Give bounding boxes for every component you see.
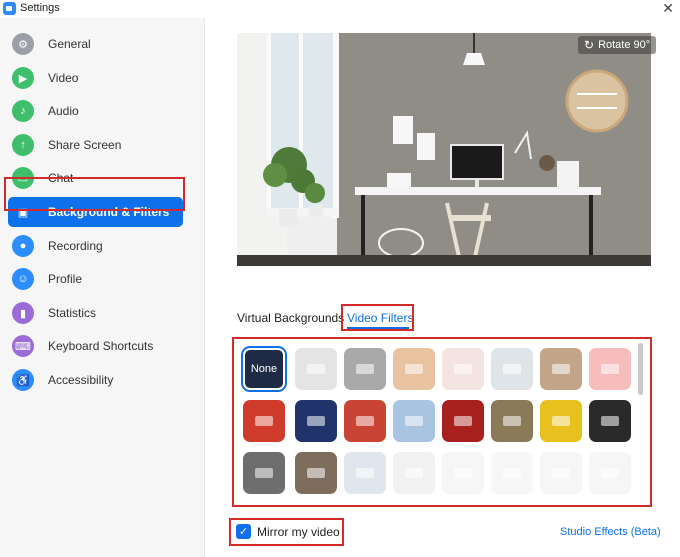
share-screen-icon: ↑: [12, 134, 34, 156]
tab-virtual-backgrounds[interactable]: Virtual Backgrounds: [237, 311, 344, 325]
sidebar-item-label: Statistics: [48, 306, 97, 320]
sidebar-item-general[interactable]: ⚙ General: [8, 29, 183, 59]
title-bar: Settings ✕: [0, 0, 680, 18]
sidebar-item-label: Video: [48, 71, 79, 85]
sidebar-item-profile[interactable]: ☺ Profile: [8, 264, 183, 294]
active-item-highlight: [4, 177, 185, 211]
rotate-icon: ↻: [584, 38, 595, 52]
window-title: Settings: [20, 2, 60, 14]
video-preview: [237, 33, 651, 266]
video-icon: ▶: [12, 67, 34, 89]
record-icon: ●: [12, 235, 34, 257]
sidebar-item-statistics[interactable]: ▮ Statistics: [8, 298, 183, 328]
sidebar-item-label: Audio: [48, 104, 79, 118]
close-icon[interactable]: ✕: [662, 0, 674, 17]
sidebar-item-recording[interactable]: ● Recording: [8, 231, 183, 261]
sidebar-item-audio[interactable]: ♪ Audio: [8, 96, 183, 126]
headphones-icon: ♪: [12, 100, 34, 122]
profile-icon: ☺: [12, 268, 34, 290]
sidebar-item-label: Keyboard Shortcuts: [48, 339, 154, 353]
statistics-icon: ▮: [12, 302, 34, 324]
sidebar-item-label: Profile: [48, 272, 83, 286]
grid-highlight-outline: [232, 337, 652, 507]
rotate-button[interactable]: ↻ Rotate 90°: [578, 36, 657, 54]
sidebar-item-label: Recording: [48, 239, 103, 253]
sidebar-item-share-screen[interactable]: ↑ Share Screen: [8, 130, 183, 160]
accessibility-icon: ♿: [12, 369, 34, 391]
sidebar-item-label: Share Screen: [48, 138, 122, 152]
rotate-label: Rotate 90°: [598, 39, 651, 51]
sidebar-item-video[interactable]: ▶ Video: [8, 63, 183, 93]
sidebar-item-label: Accessibility: [48, 373, 114, 387]
zoom-app-icon: [3, 2, 16, 15]
mirror-video-checkbox[interactable]: ✓: [236, 524, 251, 539]
sidebar-item-keyboard-shortcuts[interactable]: ⌨ Keyboard Shortcuts: [8, 331, 183, 361]
keyboard-icon: ⌨: [12, 335, 34, 357]
tab-highlight-outline: [341, 304, 414, 331]
preview-room-image: [237, 33, 651, 266]
sidebar-item-accessibility[interactable]: ♿ Accessibility: [8, 365, 183, 395]
sidebar-item-label: General: [48, 37, 91, 51]
gear-icon: ⚙: [12, 33, 34, 55]
mirror-video-label[interactable]: Mirror my video: [257, 525, 340, 539]
studio-effects-link[interactable]: Studio Effects (Beta): [560, 526, 661, 538]
settings-sidebar: ⚙ General ▶ Video ♪ Audio ↑ Share Screen ▭ Chat ▣ B…: [0, 18, 205, 557]
